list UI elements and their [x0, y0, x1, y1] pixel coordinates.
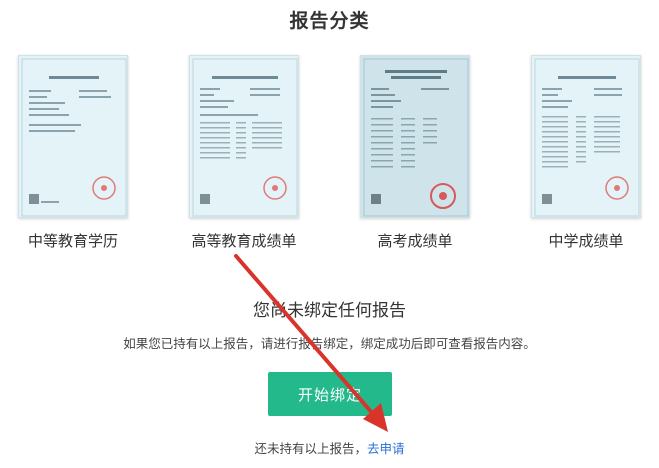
- report-label-higher-ed-transcript[interactable]: 高等教育成绩单: [169, 230, 319, 251]
- empty-state-headline: 您尚未绑定任何报告: [253, 301, 406, 321]
- report-card-high-school-transcript[interactable]: [531, 55, 641, 218]
- transcript-thumbnail-icon: [534, 58, 640, 217]
- report-label-gaokao-transcript[interactable]: 高考成绩单: [340, 230, 490, 251]
- report-card-higher-ed-transcript[interactable]: [189, 55, 299, 218]
- apply-prompt: 还未持有以上报告，去申请: [0, 438, 659, 457]
- start-binding-button[interactable]: 开始绑定: [268, 372, 392, 416]
- report-card-secondary-diploma[interactable]: [18, 55, 128, 218]
- report-card-gaokao-transcript[interactable]: [360, 55, 470, 218]
- report-label-secondary-diploma[interactable]: 中等教育学历: [0, 230, 148, 251]
- report-label-high-school-transcript[interactable]: 中学成绩单: [511, 230, 659, 251]
- apply-prompt-text: 还未持有以上报告，: [254, 441, 367, 456]
- certificate-thumbnail-icon: [21, 58, 127, 217]
- page-title: 报告分类: [289, 10, 370, 32]
- transcript-thumbnail-icon: [192, 58, 298, 217]
- apply-link[interactable]: 去申请: [367, 441, 405, 456]
- transcript-thumbnail-icon: [363, 58, 469, 217]
- empty-state-description: 如果您已持有以上报告，请进行报告绑定，绑定成功后即可查看报告内容。: [123, 336, 536, 351]
